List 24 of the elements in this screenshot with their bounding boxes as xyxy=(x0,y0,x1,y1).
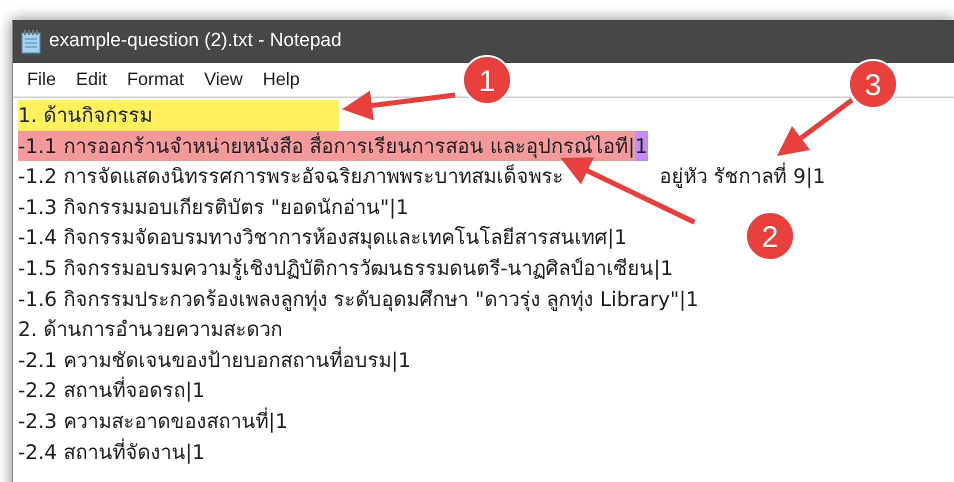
text-line: -2.2 สถานที่จอดรถ|1 xyxy=(18,376,205,404)
text-line: -2.1 ความชัดเจนของป้ายบอกสถานที่อบรม|1 xyxy=(18,346,411,374)
text-line: -1.2 การจัดแสดงนิทรรศการพระอัจฉริยภาพพระบาทสมเด็จพระ xyxy=(18,163,564,190)
notepad-icon xyxy=(21,30,41,54)
callout-number: 1 xyxy=(462,55,512,105)
menu-item[interactable]: View xyxy=(194,66,253,93)
text-line: -1.4 กิจกรรมจัดอบรมทางวิชาการห้องสมุดและเทคโนโลยีสารสนเทศ|1 xyxy=(18,224,627,252)
menu-item[interactable]: File xyxy=(17,66,66,93)
menu-item[interactable]: Edit xyxy=(66,66,118,93)
menu-item[interactable]: Help xyxy=(252,66,310,93)
highlighted-text: 1 xyxy=(634,130,648,162)
window-title: example-question (2).txt - Notepad xyxy=(49,29,342,54)
text-line: -2.4 สถานที่จัดงาน|1 xyxy=(18,438,205,466)
callout-number: 3 xyxy=(848,59,898,109)
text-line: -1.6 กิจกรรมประกวดร้องเพลงลูกทุ่ง ระดับอุดมศึกษา "ดาวรุ่ง ลูกทุ่ง Library"|1 xyxy=(18,286,699,314)
text-line: -2.3 ความสะอาดของสถานที่|1 xyxy=(18,406,288,435)
highlighted-text: 1. ด้านกิจกรรม xyxy=(18,100,339,131)
text-line: 2. ด้านการอำนวยความสะดวก xyxy=(18,316,282,344)
menu-item[interactable]: Format xyxy=(117,66,194,93)
callout-number: 2 xyxy=(745,211,795,261)
highlighted-text: -1.1 การออกร้านจำหน่ายหนังสือ สื่อการเรียนการสอน และอุปกรณ์ไอที| xyxy=(18,130,635,162)
text-line: -1.5 กิจกรรมอบรมความรู้เชิงปฏิบัติการวัฒนธรรมดนตรี-นาฏศิลป์อาเซียน|1 xyxy=(18,254,674,282)
text-line: อยู่หัว รัชกาลที่ 9|1 xyxy=(659,162,826,190)
text-line: -1.3 กิจกรรมมอบเกียรติบัตร "ยอดนักอ่าน"|1 xyxy=(18,194,409,221)
